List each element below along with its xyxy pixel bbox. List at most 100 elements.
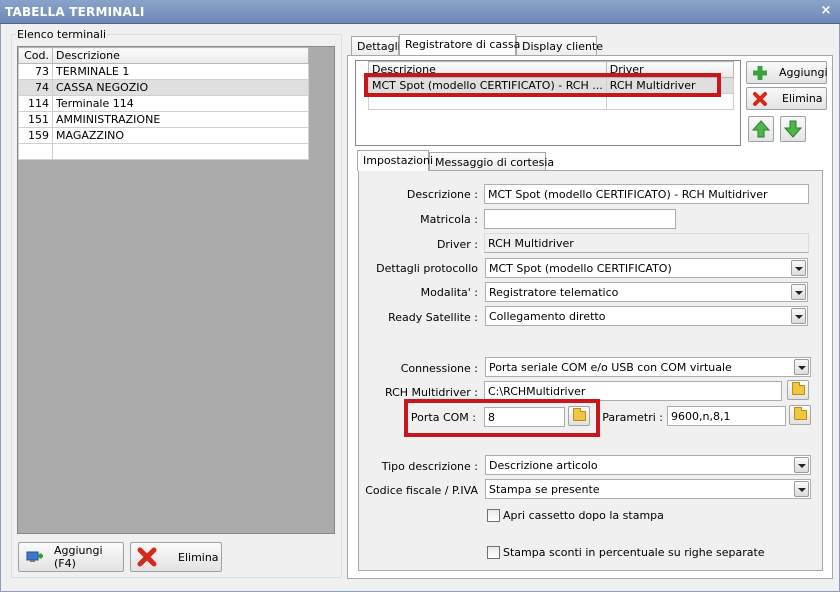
terminals-grid[interactable]: Cod. Descrizione 73 TERMINALE 1 74 CASSA…	[17, 46, 335, 534]
tab-dettagli[interactable]: Dettagli	[351, 36, 401, 56]
folder-icon	[573, 408, 586, 421]
dettagli-protocollo-select[interactable]: MCT Spot (modello CERTIFICATO)	[485, 258, 808, 278]
apri-cassetto-label[interactable]: Apri cassetto dopo la stampa	[503, 509, 664, 522]
browse-parametri-button[interactable]	[789, 405, 811, 425]
ready-satellite-label: Ready Satellite :	[388, 311, 478, 324]
cell-descrizione[interactable]	[52, 143, 309, 160]
driver-grid-header: Descrizione Driver	[368, 61, 735, 78]
cell-descrizione[interactable]: MCT Spot (modello CERTIFICATO) - RCH ...	[368, 77, 607, 94]
delete-icon	[136, 546, 158, 568]
table-row[interactable]: 114 Terminale 114	[18, 95, 309, 112]
column-header-descrizione[interactable]: Descrizione	[368, 61, 607, 78]
delete-terminal-label: Elimina	[178, 550, 219, 564]
dettagli-protocollo-value: MCT Spot (modello CERTIFICATO)	[489, 262, 672, 275]
porta-com-field[interactable]: 8	[484, 407, 565, 427]
dettagli-protocollo-label: Dettagli protocollo	[376, 262, 478, 275]
add-driver-label: Aggiungi	[779, 66, 828, 79]
terminals-group-label: Elenco terminali	[16, 28, 108, 41]
terminals-grid-header: Cod. Descrizione	[18, 47, 309, 64]
rch-multidriver-field[interactable]: C:\RCHMultidriver	[484, 381, 782, 401]
modalita-select[interactable]: Registratore telematico	[485, 282, 808, 302]
descrizione-field[interactable]: MCT Spot (modello CERTIFICATO) - RCH Mul…	[484, 184, 809, 204]
ready-satellite-value: Collegamento diretto	[489, 310, 606, 323]
column-header-cod[interactable]: Cod.	[18, 47, 53, 64]
table-row[interactable]: 74 CASSA NEGOZIO	[18, 79, 309, 96]
delete-driver-button[interactable]: Elimina	[746, 87, 827, 110]
descrizione-label: Descrizione :	[406, 188, 478, 201]
table-row[interactable]: 151 AMMINISTRAZIONE	[18, 111, 309, 128]
cell-descrizione[interactable]: Terminale 114	[52, 95, 309, 112]
cell-cod[interactable]: 159	[18, 127, 53, 144]
column-header-driver[interactable]: Driver	[605, 61, 735, 78]
arrow-down-icon	[783, 119, 803, 139]
stampa-sconti-checkbox[interactable]	[487, 546, 500, 559]
table-row-empty[interactable]	[18, 143, 309, 160]
parametri-field[interactable]: 9600,n,8,1	[667, 406, 786, 426]
add-driver-button[interactable]: Aggiungi	[746, 61, 828, 84]
window-body: Elenco terminali Cod. Descrizione 73 TER…	[0, 24, 840, 592]
cell-descrizione[interactable]: MAGAZZINO	[52, 127, 309, 144]
folder-icon	[794, 407, 807, 420]
cell-driver[interactable]	[605, 93, 735, 110]
rch-multidriver-label: RCH Multidriver :	[385, 386, 478, 399]
driver-label: Driver :	[436, 238, 478, 251]
browse-rch-button[interactable]	[787, 380, 809, 400]
tab-impostazioni[interactable]: Impostazioni	[357, 150, 433, 171]
cell-cod[interactable]: 151	[18, 111, 53, 128]
table-row[interactable]: MCT Spot (modello CERTIFICATO) - RCH ...…	[368, 77, 735, 94]
cell-cod[interactable]: 114	[18, 95, 53, 112]
matricola-label: Matricola :	[420, 213, 478, 226]
cell-cod[interactable]: 74	[18, 79, 53, 96]
table-row[interactable]: 159 MAGAZZINO	[18, 127, 309, 144]
add-terminal-label: Aggiungi (F4)	[54, 544, 103, 570]
tab-display-cliente[interactable]: Display cliente	[516, 36, 603, 56]
chevron-down-icon[interactable]	[791, 260, 806, 276]
move-up-button[interactable]	[748, 116, 774, 142]
cell-descrizione[interactable]: CASSA NEGOZIO	[52, 79, 309, 96]
browse-porta-button[interactable]	[568, 406, 590, 426]
matricola-field[interactable]	[484, 209, 676, 229]
delete-terminal-button[interactable]: Elimina	[130, 542, 222, 572]
cell-descrizione[interactable]: AMMINISTRAZIONE	[52, 111, 309, 128]
codice-fiscale-select[interactable]: Stampa se presente	[485, 479, 811, 499]
chevron-down-icon[interactable]	[794, 457, 809, 473]
cell-driver[interactable]: RCH Multidriver	[605, 77, 735, 94]
tipo-descrizione-select[interactable]: Descrizione articolo	[485, 455, 811, 475]
arrow-up-icon	[751, 119, 771, 139]
ready-satellite-select[interactable]: Collegamento diretto	[485, 306, 808, 326]
parametri-label: Parametri :	[602, 411, 663, 424]
driver-grid[interactable]: Descrizione Driver MCT Spot (modello CER…	[355, 60, 741, 146]
tipo-descrizione-label: Tipo descrizione :	[381, 460, 478, 473]
window-title: TABELLA TERMINALI	[5, 5, 145, 19]
stampa-sconti-label[interactable]: Stampa sconti in percentuale su righe se…	[503, 546, 765, 559]
tab-messaggio-cortesia[interactable]: Messaggio di cortesia	[429, 152, 554, 172]
table-row[interactable]: 73 TERMINALE 1	[18, 63, 309, 80]
column-header-descrizione[interactable]: Descrizione	[52, 47, 309, 64]
plus-icon	[752, 65, 768, 81]
move-down-button[interactable]	[780, 116, 806, 142]
chevron-down-icon[interactable]	[791, 284, 806, 300]
chevron-down-icon[interactable]	[794, 359, 809, 375]
codice-fiscale-label: Codice fiscale / P.IVA	[365, 484, 478, 497]
cell-cod[interactable]: 73	[18, 63, 53, 80]
cell-cod[interactable]	[18, 143, 53, 160]
modalita-label: Modalita' :	[420, 286, 478, 299]
connessione-value: Porta seriale COM e/o USB con COM virtua…	[489, 361, 732, 374]
porta-com-label: Porta COM :	[410, 411, 476, 424]
table-row-empty[interactable]	[368, 93, 735, 110]
add-terminal-button[interactable]: Aggiungi (F4)	[18, 542, 124, 572]
chevron-down-icon[interactable]	[791, 308, 806, 324]
tab-registratore[interactable]: Registratore di cassa	[399, 34, 520, 55]
tipo-descrizione-value: Descrizione articolo	[489, 459, 598, 472]
cell-descrizione[interactable]: TERMINALE 1	[52, 63, 309, 80]
add-terminal-icon	[26, 550, 44, 564]
connessione-select[interactable]: Porta seriale COM e/o USB con COM virtua…	[485, 357, 811, 377]
delete-driver-label: Elimina	[782, 92, 823, 105]
delete-icon	[752, 91, 768, 107]
cell-descrizione[interactable]	[368, 93, 607, 110]
apri-cassetto-checkbox[interactable]	[487, 509, 500, 522]
title-bar: TABELLA TERMINALI ×	[0, 0, 840, 24]
connessione-label: Connessione :	[400, 362, 478, 375]
chevron-down-icon[interactable]	[794, 481, 809, 497]
close-icon[interactable]: ×	[818, 3, 834, 19]
